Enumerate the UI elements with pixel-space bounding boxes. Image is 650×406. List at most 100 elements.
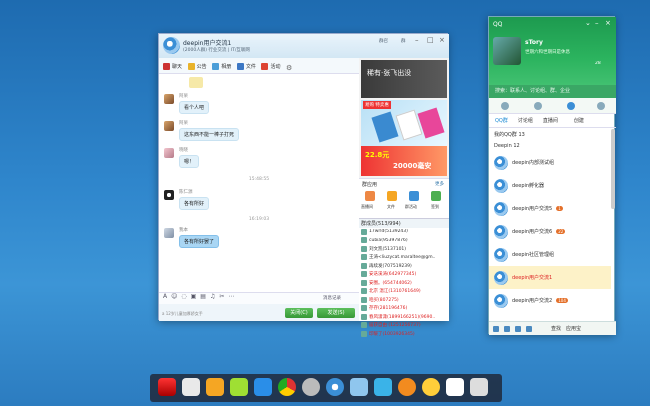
tab-qq-groups[interactable]: QQ群 xyxy=(495,117,508,124)
file-icon[interactable] xyxy=(387,191,397,201)
tab-album[interactable]: 相册 xyxy=(212,58,231,74)
recent-icon[interactable] xyxy=(501,102,509,110)
shake-icon[interactable]: ◌ xyxy=(181,293,186,300)
member-row[interactable]: 17wrld(5139243) xyxy=(359,228,449,237)
file-assistant-icon[interactable] xyxy=(515,325,521,332)
chrome-icon[interactable] xyxy=(278,378,296,396)
trash-icon[interactable] xyxy=(470,378,488,396)
network-icon[interactable] xyxy=(350,378,368,396)
music-icon[interactable]: ♫ xyxy=(210,293,215,300)
group-avatar xyxy=(494,224,508,239)
member-row[interactable]: 安圈。(654744062) xyxy=(359,279,449,288)
live-icon[interactable] xyxy=(365,191,375,201)
tab-files[interactable]: 文件 xyxy=(236,58,256,74)
emoji-icon[interactable]: ☺ xyxy=(171,293,177,300)
member-row[interactable]: 届获自由 (1251256737) xyxy=(359,321,449,330)
member-row[interactable]: 刘文凯(5137101) xyxy=(359,245,449,254)
input-area[interactable]: a 12岁儿童加厚娇女手 关闭(C) 发送(S) xyxy=(159,304,359,321)
find-button[interactable]: 查找 xyxy=(551,325,561,332)
deepin-icon[interactable] xyxy=(326,378,344,396)
mail-icon[interactable] xyxy=(526,325,532,332)
group-item[interactable]: deepin用户交流6 22 xyxy=(489,220,611,243)
user-signature[interactable]: 世期六和世期日是休息 xyxy=(525,49,570,55)
group-avatar[interactable] xyxy=(163,37,180,54)
sender-name: 我本 xyxy=(179,228,188,233)
video-icon[interactable] xyxy=(254,378,272,396)
font-icon[interactable]: A xyxy=(163,293,167,300)
music-icon[interactable] xyxy=(230,378,248,396)
groups-icon[interactable] xyxy=(567,102,575,110)
group-item[interactable]: deepin用户交流2 104 xyxy=(489,289,611,312)
user-avatar[interactable] xyxy=(493,37,521,65)
usb-icon[interactable] xyxy=(374,378,392,396)
settings-icon[interactable] xyxy=(504,325,510,332)
group-name: deepin孵化器 xyxy=(512,183,545,189)
group-btn-call[interactable]: 群召 xyxy=(379,38,388,44)
qq-icon[interactable] xyxy=(422,378,440,396)
checkin-icon[interactable] xyxy=(431,191,441,201)
tab-activity[interactable]: 活动 xyxy=(261,58,280,74)
member-row[interactable]: 再续发(707519239) xyxy=(359,262,449,271)
gift-icon[interactable]: ▣ xyxy=(191,293,197,300)
tab-chat[interactable]: 聊天 xyxy=(163,58,182,74)
calendar-icon[interactable] xyxy=(446,378,464,396)
minimize-icon[interactable]: – xyxy=(415,36,419,44)
member-row[interactable]: 印暖了(1003926345) xyxy=(359,330,449,339)
tab-discussion[interactable]: 讨论组 xyxy=(518,117,533,124)
group-item[interactable]: deepin用户交流1 xyxy=(489,266,611,289)
file-manager-icon[interactable] xyxy=(182,378,200,396)
member-name: 安圈。(654744062) xyxy=(369,280,412,286)
scrollbar[interactable] xyxy=(611,129,615,209)
group-item[interactable]: deepin内部测试组 xyxy=(489,151,611,174)
user-nickname: sTory xyxy=(525,39,543,46)
group-header[interactable]: Deepin 12 xyxy=(489,140,611,151)
group-item[interactable]: deepin社区管理组 xyxy=(489,243,611,266)
group-item[interactable]: deepin孵化器 xyxy=(489,174,611,197)
member-row[interactable]: cubia(95397876) xyxy=(359,236,449,245)
deepin-music-icon[interactable] xyxy=(398,378,416,396)
launcher-icon[interactable] xyxy=(158,378,176,396)
close-icon[interactable]: × xyxy=(439,36,445,44)
maximize-icon[interactable]: □ xyxy=(427,36,434,44)
menu-icon[interactable] xyxy=(493,325,499,332)
member-row[interactable]: 王涛<liuzycat.maraltee@gm.. xyxy=(359,253,449,262)
member-row[interactable]: 存存(281196476) xyxy=(359,304,449,313)
create-button[interactable]: 创建 xyxy=(574,117,584,124)
group-btn[interactable]: 群 xyxy=(401,38,406,44)
member-row[interactable]: 安迭溪涛(642977345) xyxy=(359,270,449,279)
settings-icon[interactable] xyxy=(302,378,320,396)
send-button[interactable]: 发送(S) xyxy=(317,308,355,318)
avatar xyxy=(164,148,174,158)
status-count: 28 xyxy=(595,61,601,66)
member-row[interactable]: 北京 温江(1310761649) xyxy=(359,287,449,296)
member-avatar xyxy=(361,228,367,235)
tab-notice[interactable]: 公告 xyxy=(187,58,207,74)
folder-icon[interactable] xyxy=(206,378,224,396)
apps-more-link[interactable]: 更多 xyxy=(435,181,444,187)
message-record-button[interactable]: 消息记录 xyxy=(323,295,341,301)
qq-minimize-icon[interactable]: – xyxy=(595,19,599,27)
apps-icon[interactable] xyxy=(597,102,605,110)
image-icon[interactable]: ▤ xyxy=(200,293,206,300)
app-center-button[interactable]: 应用宝 xyxy=(566,325,581,332)
screenshot-icon[interactable]: ✂ xyxy=(219,293,224,300)
group-header[interactable]: 我的QQ群 13 xyxy=(489,129,611,140)
qq-title: QQ xyxy=(493,21,503,28)
ad-banner-product[interactable]: 易购 特卖惠 xyxy=(361,100,447,146)
members-title: 群成员(513/994) xyxy=(359,219,449,228)
more-icon[interactable]: ⋯ xyxy=(228,293,234,300)
contacts-icon[interactable] xyxy=(534,102,542,110)
ad-banner-price[interactable]: 22.8元 20000毫安 xyxy=(361,146,447,176)
activity-icon[interactable] xyxy=(409,191,419,201)
search-input[interactable]: 搜索：联系人、讨论组、群、企业 xyxy=(489,85,616,98)
tab-live[interactable]: 直播间 xyxy=(543,117,558,124)
qq-close-icon[interactable]: × xyxy=(605,19,611,27)
qq-nav-tabs xyxy=(489,98,616,114)
member-row[interactable]: 春风潇潇(1899166251)(9690.. xyxy=(359,313,449,322)
qq-settings-icon[interactable]: ⌄ xyxy=(585,19,591,27)
ad-price: 22.8元 xyxy=(365,151,390,159)
ad-banner-top[interactable]: 稀有·张飞出没 xyxy=(361,60,447,98)
member-row[interactable]: 咱买(807275) xyxy=(359,296,449,305)
group-item[interactable]: deepin用户交流5 1 xyxy=(489,197,611,220)
close-button[interactable]: 关闭(C) xyxy=(285,308,313,318)
